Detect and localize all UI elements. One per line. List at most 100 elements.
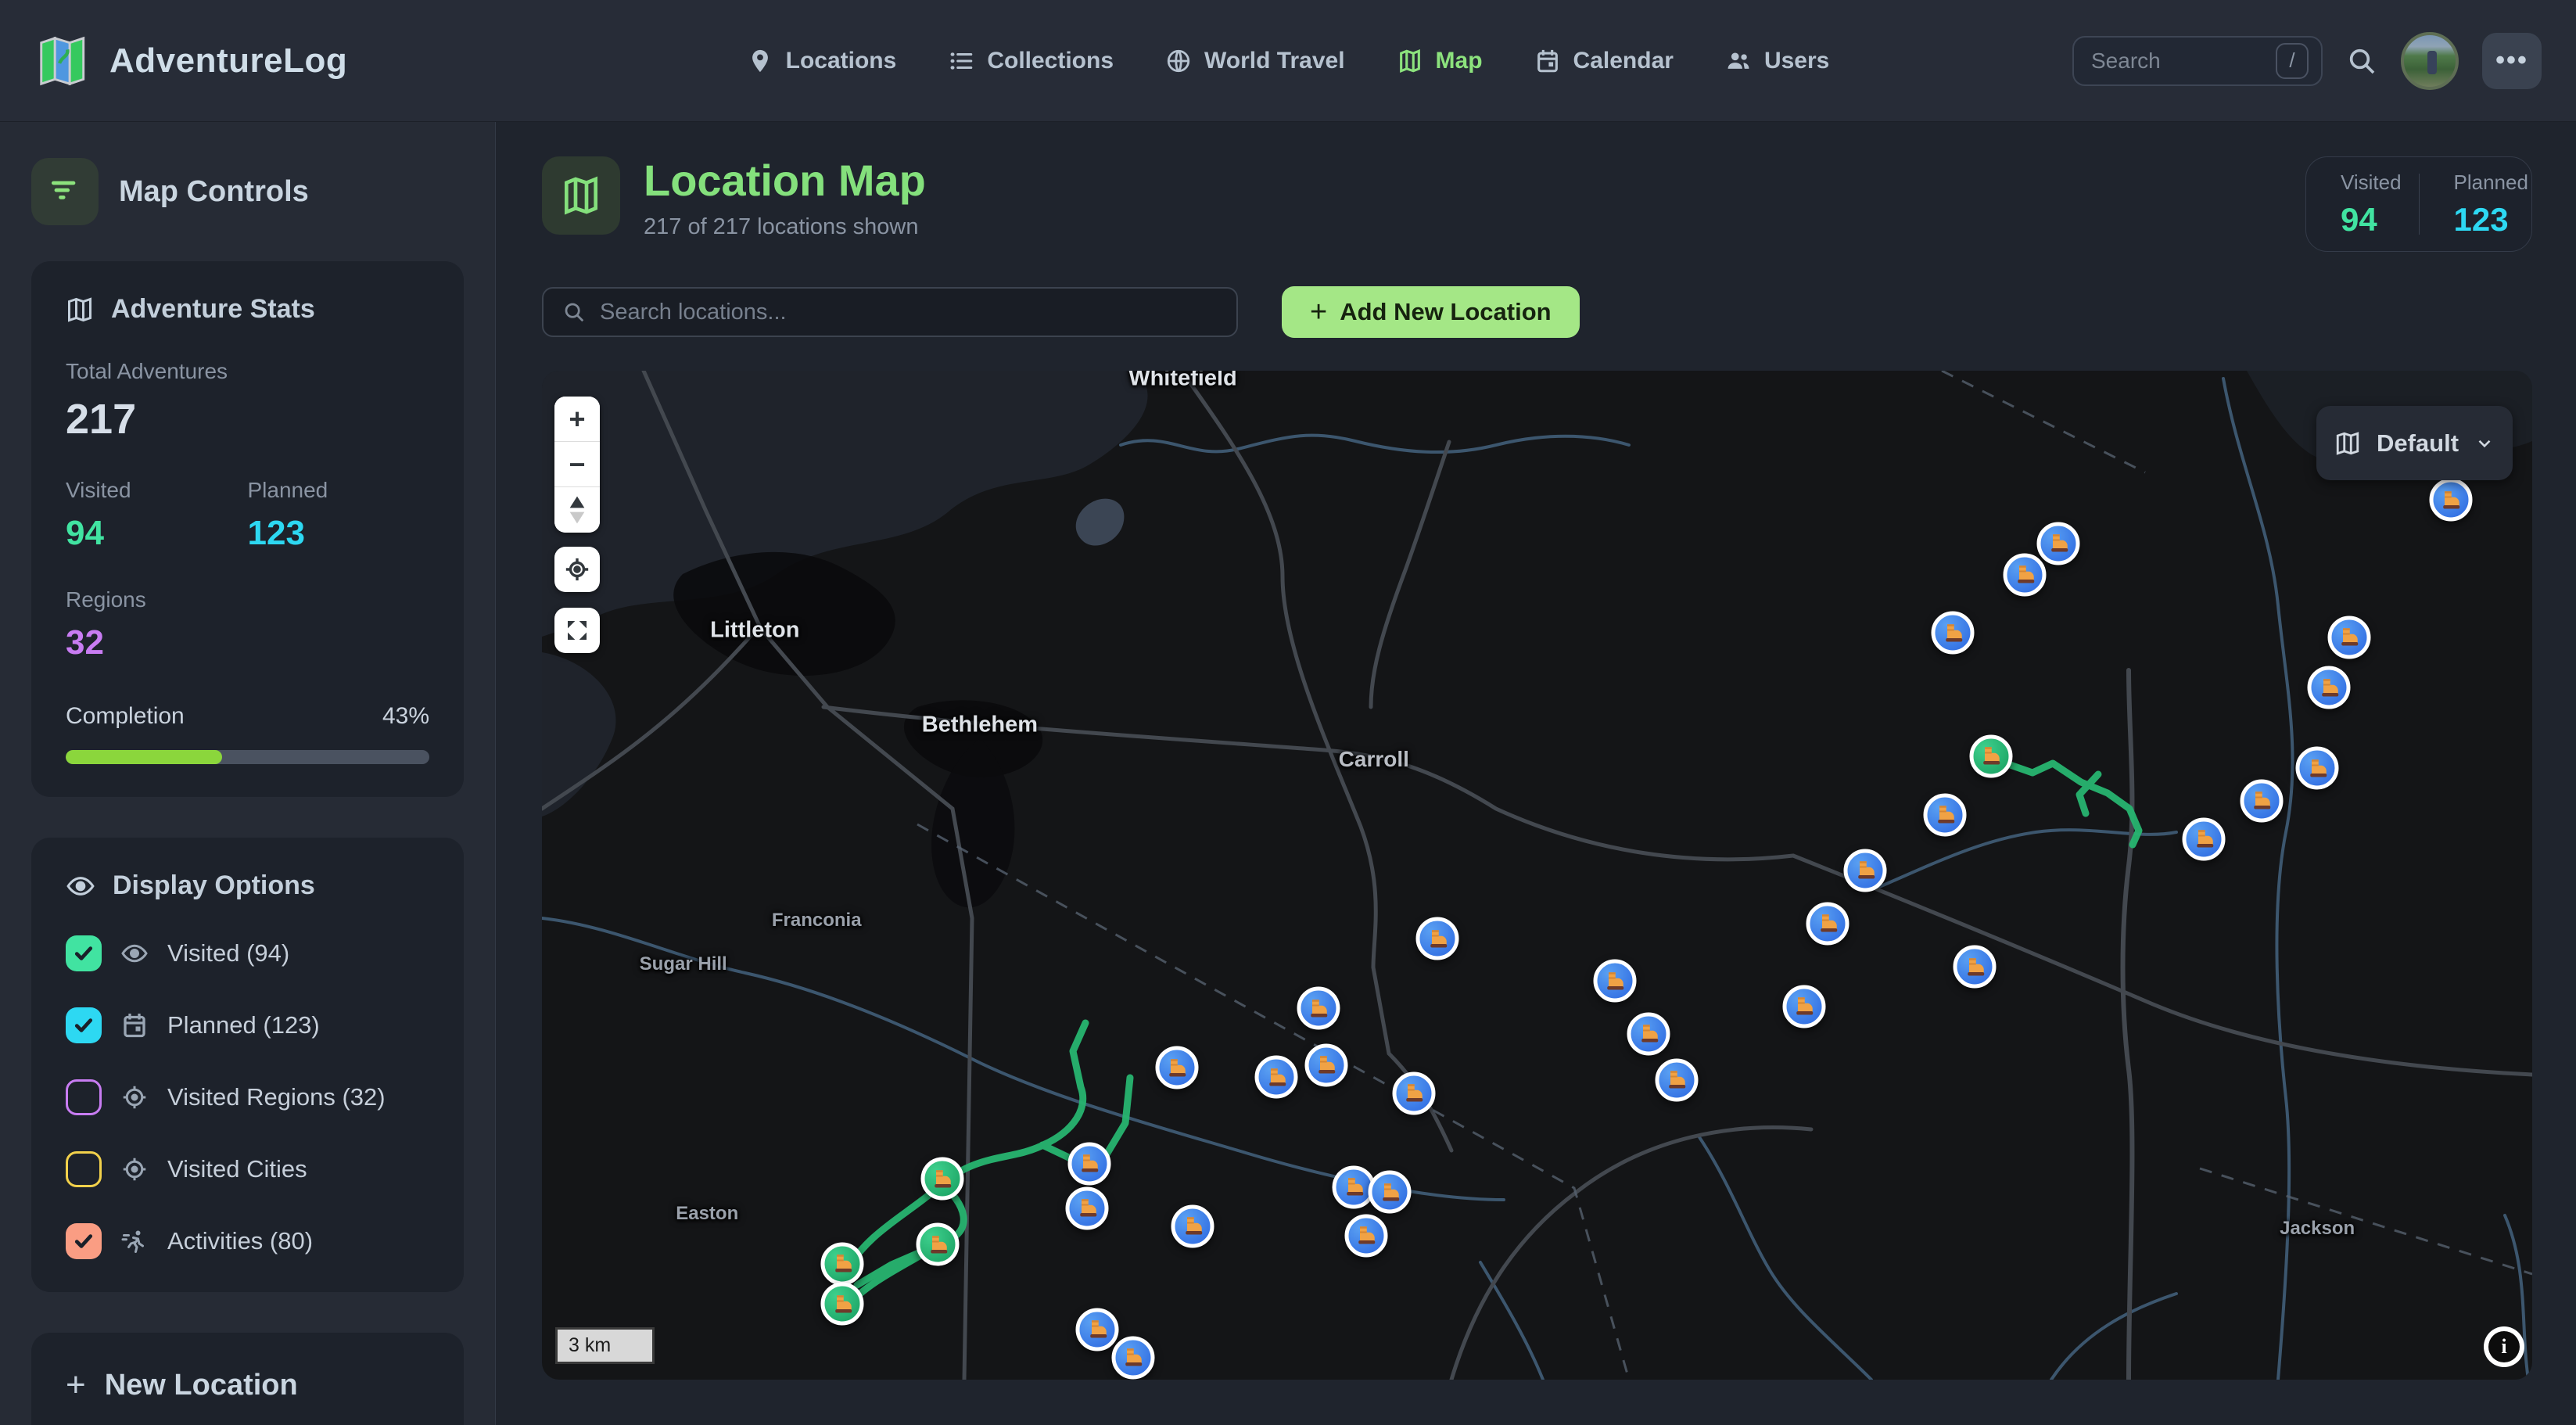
planned-location-marker[interactable] (1304, 1043, 1347, 1086)
chevron-down-icon (2474, 433, 2495, 454)
map-icon (2334, 430, 2361, 457)
nav-item-calendar[interactable]: Calendar (1534, 48, 1674, 74)
nav-item-map[interactable]: Map (1397, 48, 1483, 74)
locate-button[interactable] (554, 547, 600, 592)
nav-item-world-travel[interactable]: World Travel (1165, 48, 1345, 74)
navbar-search-input[interactable] (2091, 48, 2276, 74)
new-location-card: + New Location Click on the map to place… (31, 1333, 464, 1425)
list-icon (948, 48, 974, 74)
calendar-icon (120, 1011, 149, 1039)
location-search[interactable] (542, 287, 1238, 337)
add-new-location-button[interactable]: + Add New Location (1282, 286, 1580, 338)
attribution-info-button[interactable]: i (2484, 1326, 2524, 1367)
avatar[interactable] (2401, 32, 2459, 90)
layer-picker-dropdown[interactable]: Default (2316, 406, 2513, 480)
planned-location-marker[interactable] (1655, 1058, 1698, 1101)
planned-location-marker[interactable] (2296, 747, 2339, 790)
display-option-visited-cities[interactable]: Visited Cities (66, 1151, 429, 1187)
planned-location-marker[interactable] (1076, 1308, 1119, 1351)
hiking-boot-icon (1165, 1056, 1189, 1079)
planned-location-marker[interactable] (2183, 817, 2226, 860)
checkbox[interactable] (66, 1079, 102, 1115)
planned-location-marker[interactable] (1155, 1046, 1198, 1089)
search-icon[interactable] (2346, 45, 2377, 77)
navbar-search[interactable]: / (2072, 36, 2323, 86)
more-menu-button[interactable]: ••• (2482, 33, 2542, 89)
checkbox[interactable] (66, 1151, 102, 1187)
page-title: Location Map (644, 156, 926, 205)
planned-location-marker[interactable] (1806, 902, 1849, 945)
display-option-activities-80[interactable]: Activities (80) (66, 1223, 429, 1259)
planned-location-marker[interactable] (1297, 987, 1340, 1030)
compass-pitch-button[interactable] (554, 487, 600, 533)
visited-location-marker[interactable] (917, 1223, 960, 1266)
completion-percent: 43% (382, 703, 429, 730)
nav-item-label: Map (1436, 48, 1483, 74)
planned-location-marker[interactable] (1111, 1336, 1154, 1379)
planned-location-marker[interactable] (1416, 917, 1459, 960)
zoom-out-button[interactable]: − (554, 442, 600, 487)
planned-location-marker[interactable] (2429, 479, 2472, 522)
planned-location-marker[interactable] (1593, 960, 1636, 1003)
planned-location-marker[interactable] (1369, 1171, 1412, 1214)
hiking-boot-icon (1853, 859, 1877, 882)
planned-location-marker[interactable] (1954, 946, 1997, 989)
filter-icon[interactable] (31, 158, 99, 225)
planned-location-marker[interactable] (1844, 849, 1887, 892)
hiking-boot-icon (1078, 1152, 1101, 1176)
planned-location-marker[interactable] (1171, 1204, 1214, 1247)
hiking-boot-icon (1402, 1082, 1426, 1105)
display-option-visited-regions-32[interactable]: Visited Regions (32) (66, 1079, 429, 1115)
chip-visited-value: 94 (2341, 201, 2419, 239)
visited-location-marker[interactable] (920, 1158, 963, 1201)
planned-location-marker[interactable] (1392, 1071, 1435, 1115)
planned-location-marker[interactable] (1344, 1214, 1387, 1257)
hiking-boot-icon (2439, 488, 2463, 511)
hiking-boot-icon (1181, 1215, 1204, 1238)
checkbox[interactable] (66, 1007, 102, 1043)
visited-location-marker[interactable] (1969, 734, 2012, 777)
planned-location-marker[interactable] (1924, 793, 1967, 836)
location-search-input[interactable] (600, 300, 1218, 325)
fullscreen-button[interactable] (554, 608, 600, 653)
hiking-boot-icon (1085, 1318, 1109, 1341)
planned-location-marker[interactable] (1066, 1186, 1109, 1229)
calendar-icon (1534, 48, 1561, 74)
planned-location-marker[interactable] (2037, 522, 2080, 565)
planned-location-marker[interactable] (1782, 985, 1825, 1028)
chip-visited-label: Visited (2341, 170, 2419, 195)
nav-menu: Locations Collections World Travel Map Calen… (676, 48, 1900, 74)
nav-item-locations[interactable]: Locations (747, 48, 897, 74)
display-option-visited-94[interactable]: Visited (94) (66, 935, 429, 971)
nav-item-label: Users (1764, 48, 1829, 74)
target-icon (120, 1083, 149, 1111)
display-option-planned-123[interactable]: Planned (123) (66, 1007, 429, 1043)
display-option-label: Visited (94) (167, 939, 289, 967)
eye-icon (66, 871, 95, 901)
checkbox[interactable] (66, 1223, 102, 1259)
planned-location-marker[interactable] (1627, 1012, 1670, 1055)
checkbox[interactable] (66, 935, 102, 971)
hiking-boot-icon (926, 1233, 949, 1256)
basemap (542, 371, 2532, 1380)
adventurelog-logo-icon (34, 34, 89, 88)
completion-label: Completion (66, 703, 185, 730)
visited-location-marker[interactable] (821, 1283, 864, 1326)
total-adventures-label: Total Adventures (66, 359, 429, 384)
planned-location-marker[interactable] (1932, 612, 1975, 655)
brand[interactable]: AdventureLog (34, 34, 676, 88)
location-map-canvas[interactable]: WhitefieldLittletonBethlehemCarrollFranc… (542, 371, 2532, 1380)
nav-item-label: World Travel (1204, 48, 1345, 74)
globe-icon (1165, 48, 1192, 74)
nav-item-collections[interactable]: Collections (948, 48, 1114, 74)
planned-location-marker[interactable] (1067, 1142, 1110, 1185)
planned-location-marker[interactable] (2240, 779, 2283, 822)
planned-location-marker[interactable] (1255, 1056, 1298, 1099)
users-icon (1725, 48, 1752, 74)
planned-location-marker[interactable] (2004, 553, 2047, 596)
visited-location-marker[interactable] (821, 1242, 864, 1285)
zoom-in-button[interactable]: + (554, 397, 600, 442)
planned-location-marker[interactable] (2327, 616, 2370, 659)
nav-item-users[interactable]: Users (1725, 48, 1829, 74)
planned-location-marker[interactable] (2308, 666, 2351, 709)
